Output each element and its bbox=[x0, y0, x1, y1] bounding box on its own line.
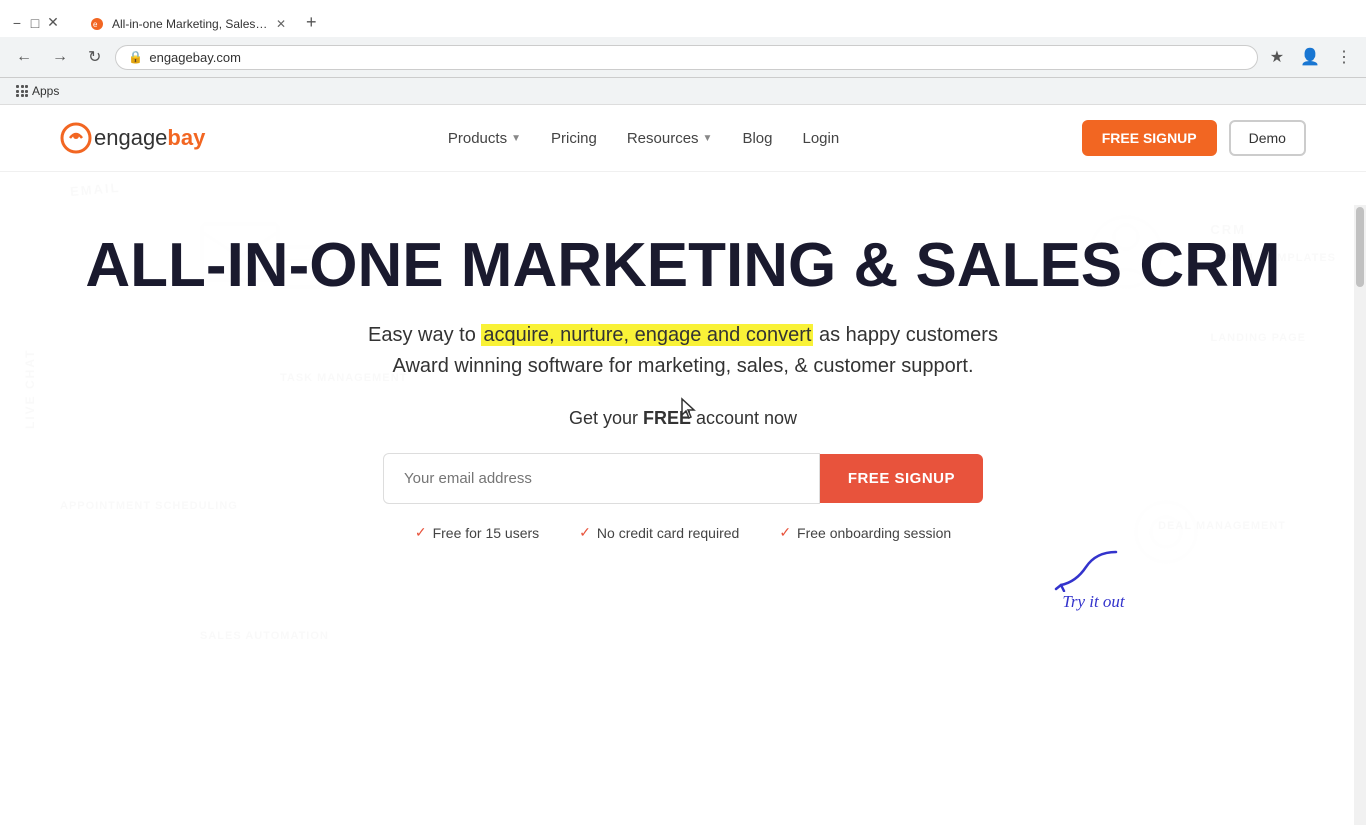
products-chevron-icon: ▼ bbox=[511, 133, 521, 144]
demo-button[interactable]: Demo bbox=[1229, 120, 1306, 156]
maximize-button[interactable]: □ bbox=[28, 16, 42, 30]
address-bar[interactable]: 🔒 engagebay.com bbox=[115, 45, 1257, 70]
scrollbar[interactable] bbox=[1354, 205, 1366, 825]
apps-grid-icon bbox=[16, 85, 28, 97]
nav-pricing[interactable]: Pricing bbox=[551, 130, 597, 147]
hero-cta-text: Get your FREE account now bbox=[20, 408, 1346, 429]
window-controls[interactable]: − □ ✕ bbox=[10, 16, 60, 30]
bookmark-star-button[interactable]: ★ bbox=[1266, 43, 1288, 71]
benefit-item-2: ✓ Free onboarding session bbox=[779, 524, 951, 541]
browser-chrome: − □ ✕ e All-in-one Marketing, Sales, Sup… bbox=[0, 0, 1366, 105]
resources-chevron-icon: ▼ bbox=[703, 133, 713, 144]
logo[interactable]: engagebay bbox=[60, 122, 205, 154]
bookmarks-bar: Apps bbox=[0, 78, 1366, 105]
hero-section: EMAIL CRM LIVE CHAT APPOINTMENT SCHEDULI… bbox=[0, 172, 1366, 692]
nav-products-label: Products bbox=[448, 130, 507, 147]
nav-resources[interactable]: Resources ▼ bbox=[627, 130, 713, 147]
cta-post: account now bbox=[691, 408, 797, 428]
close-button[interactable]: ✕ bbox=[46, 16, 60, 30]
hero-subtitle-post: as happy customers bbox=[813, 324, 998, 346]
check-icon-0: ✓ bbox=[415, 524, 427, 541]
check-icon-1: ✓ bbox=[579, 524, 591, 541]
try-it-text: Try it out bbox=[1061, 592, 1126, 612]
try-it-arrow-icon bbox=[1046, 547, 1126, 592]
logo-text: engagebay bbox=[94, 125, 205, 151]
website-content: engagebay Products ▼ Pricing Resources ▼… bbox=[0, 105, 1366, 825]
menu-button[interactable]: ⋮ bbox=[1332, 43, 1356, 71]
email-input[interactable] bbox=[383, 453, 820, 504]
nav-login-label: Login bbox=[802, 130, 839, 147]
nav-blog[interactable]: Blog bbox=[742, 130, 772, 147]
nav-login[interactable]: Login bbox=[802, 130, 839, 147]
benefit-text-2: Free onboarding session bbox=[797, 525, 951, 541]
bg-label-sales: SALES AUTOMATION bbox=[200, 630, 329, 642]
hero-title: ALL-IN-ONE MARKETING & SALES CRM bbox=[20, 232, 1346, 300]
hero-subtitle-pre: Easy way to bbox=[368, 324, 481, 346]
nav-actions: FREE SIGNUP Demo bbox=[1082, 120, 1306, 156]
cta-bold: FREE bbox=[643, 408, 691, 428]
apps-bookmark[interactable]: Apps bbox=[10, 82, 65, 100]
benefit-text-0: Free for 15 users bbox=[433, 525, 540, 541]
apps-label: Apps bbox=[32, 84, 59, 98]
browser-titlebar: − □ ✕ e All-in-one Marketing, Sales, Sup… bbox=[0, 0, 1366, 37]
nav-pricing-label: Pricing bbox=[551, 130, 597, 147]
check-icon-2: ✓ bbox=[779, 524, 791, 541]
try-it-out-annotation: Try it out bbox=[1046, 547, 1126, 612]
tab-bar: e All-in-one Marketing, Sales, Supp... ✕… bbox=[68, 8, 335, 37]
logo-text-before: engage bbox=[94, 125, 167, 150]
scrollbar-thumb[interactable] bbox=[1356, 207, 1364, 287]
toolbar-right: ★ 👤 ⋮ bbox=[1266, 43, 1356, 71]
hero-signup-button[interactable]: FREE SIGNUP bbox=[820, 454, 983, 503]
cta-pre: Get your bbox=[569, 408, 643, 428]
hero-subtitle: Easy way to acquire, nurture, engage and… bbox=[20, 324, 1346, 347]
reload-button[interactable]: ↻ bbox=[82, 43, 107, 71]
nav-resources-label: Resources bbox=[627, 130, 699, 147]
new-tab-button[interactable]: + bbox=[298, 8, 325, 37]
tab-title: All-in-one Marketing, Sales, Supp... bbox=[112, 17, 268, 31]
navbar: engagebay Products ▼ Pricing Resources ▼… bbox=[0, 105, 1366, 172]
forward-button[interactable]: → bbox=[46, 44, 74, 70]
signup-form: FREE SIGNUP bbox=[383, 453, 983, 504]
minimize-button[interactable]: − bbox=[10, 16, 24, 30]
active-tab[interactable]: e All-in-one Marketing, Sales, Supp... ✕ bbox=[78, 11, 298, 37]
hero-subtitle-highlight: acquire, nurture, engage and convert bbox=[481, 324, 813, 346]
benefit-item-0: ✓ Free for 15 users bbox=[415, 524, 539, 541]
profile-button[interactable]: 👤 bbox=[1296, 43, 1324, 71]
tab-favicon: e bbox=[90, 17, 104, 31]
nav-blog-label: Blog bbox=[742, 130, 772, 147]
tab-close-button[interactable]: ✕ bbox=[276, 17, 286, 31]
free-signup-button[interactable]: FREE SIGNUP bbox=[1082, 120, 1217, 156]
benefit-item-1: ✓ No credit card required bbox=[579, 524, 739, 541]
benefits-list: ✓ Free for 15 users ✓ No credit card req… bbox=[20, 524, 1346, 541]
url-text: engagebay.com bbox=[149, 50, 241, 65]
svg-text:e: e bbox=[93, 20, 98, 29]
hero-subtitle2: Award winning software for marketing, sa… bbox=[20, 355, 1346, 378]
bg-label-email: EMAIL bbox=[69, 180, 121, 199]
nav-links: Products ▼ Pricing Resources ▼ Blog Logi… bbox=[448, 130, 839, 147]
lock-icon: 🔒 bbox=[128, 50, 143, 64]
logo-text-after: bay bbox=[167, 125, 205, 150]
benefit-text-1: No credit card required bbox=[597, 525, 739, 541]
browser-toolbar: ← → ↻ 🔒 engagebay.com ★ 👤 ⋮ bbox=[0, 37, 1366, 78]
back-button[interactable]: ← bbox=[10, 44, 38, 70]
logo-icon bbox=[60, 122, 92, 154]
bg-label-appt: APPOINTMENT SCHEDULING bbox=[60, 500, 238, 512]
nav-products[interactable]: Products ▼ bbox=[448, 130, 521, 147]
